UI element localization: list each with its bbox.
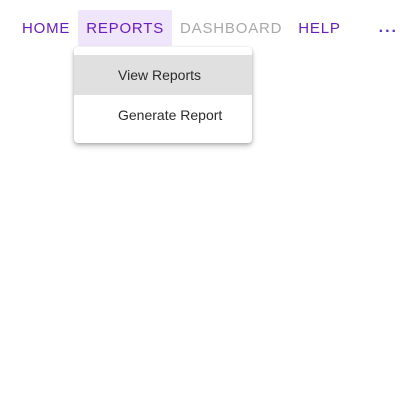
reports-dropdown-menu: View Reports Generate Report <box>74 47 252 143</box>
menu-item-reports[interactable]: REPORTS <box>78 10 173 46</box>
dropdown-item-view-reports[interactable]: View Reports <box>74 55 252 95</box>
app-root: HOME REPORTS DASHBOARD HELP ... View Rep… <box>0 0 420 420</box>
top-menubar: HOME REPORTS DASHBOARD HELP ... <box>14 10 406 46</box>
dropdown-item-generate-report[interactable]: Generate Report <box>74 95 252 135</box>
menu-item-dashboard: DASHBOARD <box>180 19 283 37</box>
menu-item-help[interactable]: HELP <box>290 10 348 46</box>
menu-item-home[interactable]: HOME <box>14 10 78 46</box>
more-menu-button[interactable]: ... <box>371 10 406 46</box>
